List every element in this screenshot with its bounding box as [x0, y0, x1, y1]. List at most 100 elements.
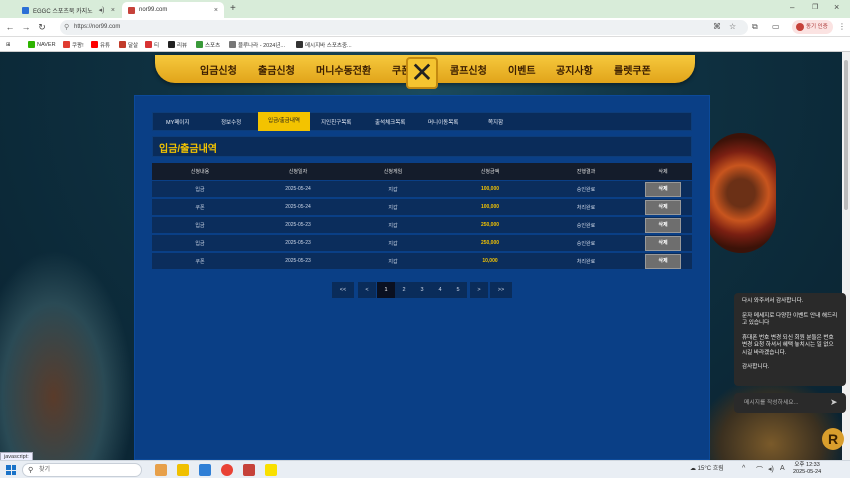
tab-title: EGGC 스포츠북 카지노 — [33, 8, 93, 15]
minimize-icon[interactable]: – — [790, 3, 794, 12]
cell-game: 지갑 — [388, 241, 398, 247]
weather-widget[interactable]: ☁ 15°C 흐림 — [690, 463, 724, 477]
cell-amount: 10,000 — [482, 258, 498, 264]
table-row: 쿠폰 2025-05-24 지갑 100,000 처리완료 삭제 — [152, 199, 692, 216]
bookmark-item[interactable]: NAVER — [28, 39, 56, 50]
column-header: 신청내용 — [190, 169, 210, 175]
cell-amount: 250,000 — [480, 240, 500, 246]
pagination-first[interactable]: << — [332, 282, 354, 298]
forward-icon[interactable]: → — [20, 21, 32, 33]
browser-tab-active[interactable]: nor99.com × — [122, 2, 224, 18]
chat-message: 문자 메세지로 다양한 이벤트 안내 해드리고 있습니다 — [742, 312, 838, 327]
ime-icon[interactable]: A — [780, 465, 785, 472]
address-toolbar: ← → ↻ ⚲ https://nor99.com ⌘ ☆ ⧉ ▭ 동기 인증 … — [0, 18, 850, 37]
sidebar-icon[interactable]: ▭ — [772, 22, 780, 31]
bookmark-item[interactable]: 스포츠 — [196, 39, 220, 50]
chat-launcher-icon[interactable]: R — [822, 428, 844, 450]
browser-tab-strip: EGGC 스포츠북 카지노 ◂) × nor99.com × + – ❐ × — [0, 0, 850, 18]
tab-favicon-icon — [22, 6, 29, 14]
bookmark-icon — [119, 41, 126, 48]
delete-button[interactable]: 삭제 — [645, 200, 681, 215]
chrome-icon[interactable] — [221, 464, 233, 476]
back-icon[interactable]: ← — [4, 21, 16, 33]
subnav-money-move[interactable]: 머니이동목록 — [428, 118, 458, 126]
cell-status: 처리완료 — [576, 205, 596, 211]
taskbar-app-icon[interactable] — [155, 464, 167, 476]
bookmark-item[interactable]: 메시지바 스포츠중... — [296, 39, 352, 50]
reload-icon[interactable]: ↻ — [36, 21, 48, 33]
apps-grid-icon[interactable]: ⊞ — [6, 39, 11, 50]
column-header: 진행결과 — [576, 169, 596, 175]
subnav-transactions-active[interactable]: 입금/출금내역 — [258, 112, 310, 131]
url-field[interactable]: ⚲ https://nor99.com — [60, 20, 748, 35]
taskbar-search[interactable]: ⚲ 찾기 — [22, 463, 142, 477]
subnav-attendance[interactable]: 출석체크목록 — [375, 118, 405, 126]
menu-deposit[interactable]: 입금신청 — [200, 62, 237, 77]
network-icon[interactable]: ⌒ — [756, 465, 763, 475]
edge-icon[interactable] — [199, 464, 211, 476]
bookmark-item[interactable]: 달살 — [119, 39, 138, 50]
pagination-prev[interactable]: < — [358, 282, 376, 298]
bookmark-item[interactable]: 티 — [145, 39, 159, 50]
column-header: 신청게임 — [383, 169, 403, 175]
bookmark-star-icon[interactable]: ☆ — [729, 22, 736, 31]
subnav-messages[interactable]: 쪽지함 — [488, 118, 503, 126]
bookmark-item[interactable]: 쿠팡! — [63, 39, 84, 50]
bookmark-item[interactable]: 유튜 — [91, 39, 110, 50]
bookmark-item[interactable]: 블루나라 - 2024년... — [229, 39, 285, 50]
maximize-icon[interactable]: ❐ — [812, 3, 818, 11]
column-header: 신청금액 — [480, 169, 500, 175]
pagination-page-current[interactable]: 1 — [377, 282, 395, 298]
delete-button[interactable]: 삭제 — [645, 182, 681, 197]
pagination-page[interactable]: 5 — [449, 282, 467, 298]
new-tab-icon[interactable]: + — [230, 3, 236, 14]
site-info-icon[interactable]: ⚲ — [64, 20, 69, 35]
profile-label: 동기 인증 — [806, 24, 828, 30]
profile-button[interactable]: 동기 인증 — [792, 20, 833, 34]
delete-button[interactable]: 삭제 — [645, 236, 681, 251]
bookmark-item[interactable]: 리뷰 — [168, 39, 187, 50]
speaker-icon[interactable]: ◂) — [99, 6, 105, 14]
pagination-next[interactable]: > — [470, 282, 488, 298]
menu-money-transfer[interactable]: 머니수동전환 — [316, 62, 371, 77]
tab-close-icon[interactable]: × — [214, 7, 218, 14]
pagination-page[interactable]: 2 — [395, 282, 413, 298]
translate-icon[interactable]: ⌘ — [713, 22, 721, 31]
kebab-menu-icon[interactable]: ⋮ — [838, 22, 846, 31]
pagination-last[interactable]: >> — [490, 282, 512, 298]
send-icon[interactable]: ➤ — [830, 397, 840, 407]
tab-close-icon[interactable]: × — [111, 7, 115, 14]
window-close-icon[interactable]: × — [834, 2, 839, 12]
menu-event[interactable]: 이벤트 — [508, 62, 536, 77]
volume-icon[interactable]: ◂) — [768, 465, 774, 473]
cell-date: 2025-05-24 — [285, 186, 311, 192]
cell-amount: 250,000 — [480, 222, 500, 228]
pagination-page[interactable]: 3 — [413, 282, 431, 298]
subnav-mypage[interactable]: MY페이지 — [166, 118, 189, 126]
subnav-edit-info[interactable]: 정보수정 — [221, 118, 241, 126]
scrollbar-thumb[interactable] — [844, 60, 848, 210]
character-decoration-left — [0, 250, 134, 460]
taskbar-clock[interactable]: 오후 12:33 2025-05-24 — [793, 462, 821, 476]
menu-withdraw[interactable]: 출금신청 — [258, 62, 295, 77]
bookmark-icon — [296, 41, 303, 48]
delete-button[interactable]: 삭제 — [645, 218, 681, 233]
windows-start-icon[interactable] — [6, 465, 16, 475]
menu-roulette-coupon[interactable]: 룰렛쿠폰 — [614, 62, 651, 77]
chat-message: 다시 와주셔서 감사합니다. — [742, 298, 804, 304]
cell-status: 승인완료 — [576, 241, 596, 247]
browser-tab[interactable]: EGGC 스포츠북 카지노 ◂) × — [16, 2, 121, 18]
extensions-icon[interactable]: ⧉ — [752, 22, 758, 32]
chrome-profile-icon[interactable] — [243, 464, 255, 476]
subnav-friends[interactable]: 지인친구목록 — [321, 118, 351, 126]
menu-comp[interactable]: 콤프신청 — [450, 62, 487, 77]
close-icon[interactable]: ✕ — [406, 57, 438, 89]
pagination-page[interactable]: 4 — [431, 282, 449, 298]
delete-button[interactable]: 삭제 — [645, 254, 681, 269]
menu-notice[interactable]: 공지사항 — [556, 62, 593, 77]
kakaotalk-icon[interactable] — [265, 464, 277, 476]
file-explorer-icon[interactable] — [177, 464, 189, 476]
tab-favicon-icon — [128, 6, 135, 14]
tray-chevron-icon[interactable]: ^ — [742, 465, 745, 472]
table-row: 입금 2025-05-23 지갑 250,000 승인완료 삭제 — [152, 235, 692, 252]
